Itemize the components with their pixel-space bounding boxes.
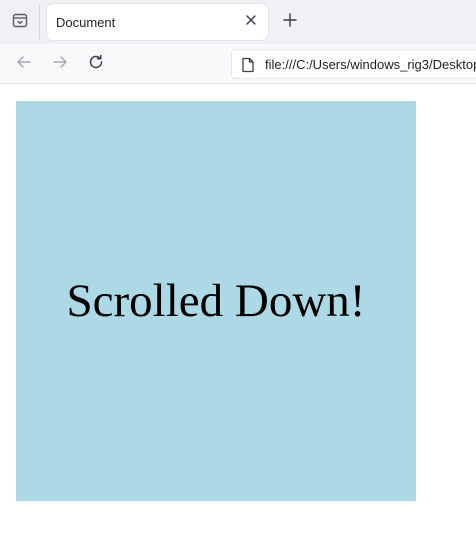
page-viewport: Scrolled Down! [0, 84, 476, 550]
address-bar[interactable]: file:///C:/Users/windows_rig3/Desktop [231, 49, 476, 79]
reload-icon [87, 53, 105, 76]
reload-button[interactable] [84, 52, 108, 76]
page-icon [241, 57, 255, 73]
forward-button[interactable] [48, 52, 72, 76]
back-button[interactable] [12, 52, 36, 76]
new-tab-button[interactable] [278, 10, 302, 34]
tab-list-icon [11, 11, 29, 34]
scrolled-box: Scrolled Down! [16, 101, 416, 501]
back-arrow-icon [15, 53, 33, 76]
url-text: file:///C:/Users/windows_rig3/Desktop [265, 57, 476, 72]
tab-document[interactable]: Document [47, 4, 268, 40]
forward-arrow-icon [51, 53, 69, 76]
plus-icon [283, 12, 297, 32]
tab-list-button[interactable] [0, 5, 40, 39]
tab-strip: Document [0, 0, 476, 44]
box-text: Scrolled Down! [66, 275, 366, 327]
close-tab-button[interactable] [241, 12, 261, 32]
navigation-toolbar: file:///C:/Users/windows_rig3/Desktop [0, 44, 476, 84]
close-icon [245, 13, 257, 31]
tab-title: Document [56, 15, 116, 30]
